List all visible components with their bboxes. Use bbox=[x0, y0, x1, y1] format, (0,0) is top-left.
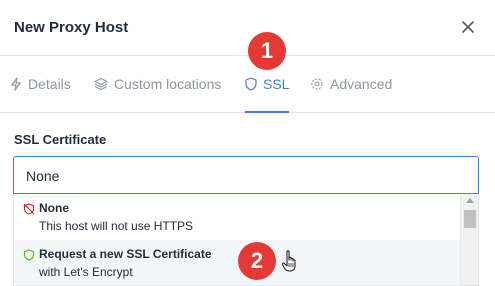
shield-icon bbox=[23, 248, 35, 261]
layers-icon bbox=[94, 76, 108, 94]
option-none-subtitle: This host will not use HTTPS bbox=[39, 219, 194, 233]
step-badge-1: 1 bbox=[248, 32, 286, 70]
ssl-certificate-select[interactable]: None bbox=[13, 156, 479, 194]
option-none-title: None bbox=[39, 201, 69, 215]
shield-off-icon bbox=[23, 202, 35, 215]
scroll-thumb[interactable] bbox=[464, 210, 476, 228]
tab-ssl-label: SSL bbox=[263, 76, 290, 92]
bolt-icon bbox=[10, 76, 22, 94]
step-badge-2: 2 bbox=[238, 242, 276, 280]
option-request-certificate[interactable]: Request a new SSL Certificate with Let's… bbox=[14, 240, 460, 284]
scroll-up-arrow-icon[interactable] bbox=[466, 198, 474, 203]
tab-advanced[interactable]: Advanced bbox=[310, 76, 392, 113]
tab-custom-locations-label: Custom locations bbox=[114, 76, 222, 92]
ssl-certificate-label: SSL Certificate bbox=[14, 132, 107, 147]
shield-icon bbox=[245, 76, 257, 94]
tab-details[interactable]: Details bbox=[10, 76, 71, 113]
option-request-certificate-subtitle: with Let's Encrypt bbox=[39, 265, 133, 279]
close-icon[interactable] bbox=[459, 18, 477, 36]
gear-icon bbox=[310, 76, 324, 94]
option-none[interactable]: None This host will not use HTTPS bbox=[14, 194, 460, 238]
dropdown-scrollbar[interactable] bbox=[460, 194, 478, 285]
tab-custom-locations[interactable]: Custom locations bbox=[94, 76, 221, 113]
ssl-certificate-value: None bbox=[26, 168, 60, 184]
modal-title: New Proxy Host bbox=[14, 19, 129, 36]
tab-advanced-label: Advanced bbox=[330, 76, 393, 92]
tab-ssl[interactable]: SSL bbox=[245, 76, 290, 113]
option-request-certificate-title: Request a new SSL Certificate bbox=[39, 247, 212, 261]
hand-pointer-icon bbox=[281, 249, 301, 275]
tab-bar: Details Custom locations SSL Advanced bbox=[0, 56, 495, 113]
tab-details-label: Details bbox=[28, 76, 71, 92]
